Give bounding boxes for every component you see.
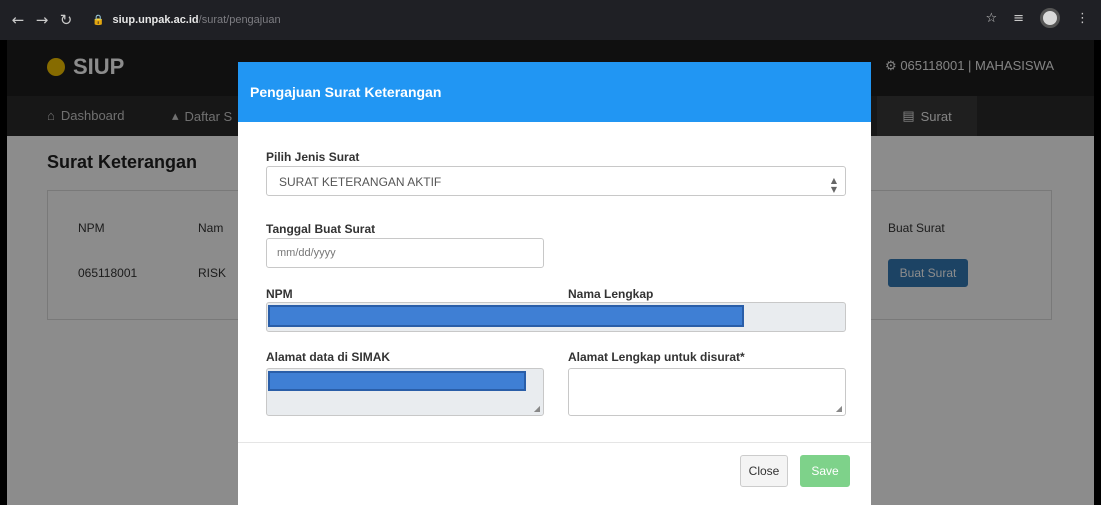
back-arrow-icon[interactable]: ← — [6, 11, 30, 29]
menu-kebab-icon[interactable]: ⋮ — [1076, 11, 1089, 26]
browser-toolbar: ← → ↻ 🔒 siup.unpak.ac.id /surat/pengajua… — [0, 0, 1101, 40]
forward-arrow-icon[interactable]: → — [30, 11, 54, 29]
profile-avatar-icon[interactable] — [1040, 8, 1060, 28]
close-button[interactable]: Close — [740, 455, 788, 487]
resize-handle-icon[interactable]: ◢ — [836, 404, 842, 413]
reload-icon[interactable]: ↻ — [54, 11, 78, 29]
resize-handle-icon[interactable]: ◢ — [534, 404, 540, 413]
modal-header: Pengajuan Surat Keterangan — [238, 62, 871, 122]
alamat-simak-label: Alamat data di SIMAK — [266, 350, 391, 364]
alamat-lengkap-label: Alamat Lengkap untuk disurat* — [568, 350, 745, 364]
chevron-down-icon: ▲ ▼ — [830, 176, 837, 194]
url-path: /surat/pengajuan — [198, 14, 281, 26]
address-bar[interactable]: 🔒 siup.unpak.ac.id /surat/pengajuan — [92, 10, 972, 30]
npm-label: NPM — [266, 287, 293, 301]
modal-footer: Close Save — [238, 442, 871, 505]
redacted-npm-nama — [268, 305, 744, 327]
jenis-surat-value: SURAT KETERANGAN AKTIF — [279, 175, 442, 189]
jenis-surat-label: Pilih Jenis Surat — [266, 150, 360, 164]
nama-label: Nama Lengkap — [568, 287, 654, 301]
alamat-lengkap-textarea[interactable]: ◢ — [568, 368, 846, 416]
tanggal-label: Tanggal Buat Surat — [266, 222, 376, 236]
star-icon[interactable]: ☆ — [985, 11, 997, 26]
tanggal-input[interactable]: mm/dd/yyyy — [266, 238, 544, 268]
pengajuan-modal: Pengajuan Surat Keterangan Pilih Jenis S… — [238, 62, 871, 505]
modal-title: Pengajuan Surat Keterangan — [250, 84, 442, 100]
extensions-icon[interactable]: ≡ — [1013, 11, 1024, 26]
modal-body: Pilih Jenis Surat SURAT KETERANGAN AKTIF… — [252, 122, 857, 442]
jenis-surat-select[interactable]: SURAT KETERANGAN AKTIF ▲ ▼ — [266, 166, 846, 196]
redacted-alamat-simak — [268, 371, 526, 391]
save-button[interactable]: Save — [800, 455, 850, 487]
url-host: siup.unpak.ac.id — [112, 14, 199, 26]
lock-icon: 🔒 — [92, 14, 105, 26]
tanggal-placeholder: mm/dd/yyyy — [277, 247, 336, 259]
browser-actions: ☆ ≡ ⋮ — [985, 8, 1089, 28]
